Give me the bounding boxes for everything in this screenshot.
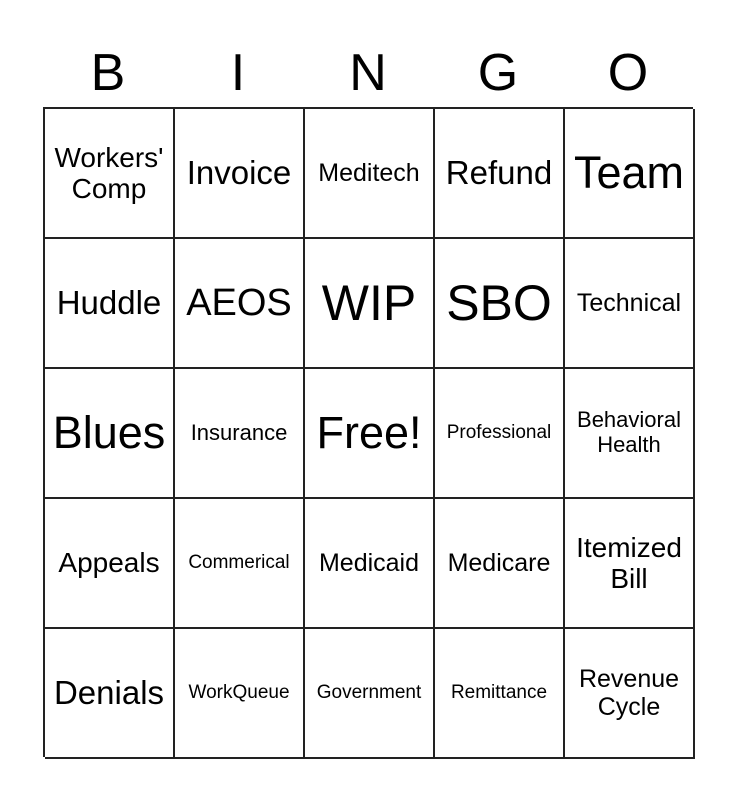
bingo-cell[interactable]: Government bbox=[305, 629, 435, 759]
free-space-cell[interactable]: Free! bbox=[305, 369, 435, 499]
bingo-cell[interactable]: Huddle bbox=[45, 239, 175, 369]
header-letter-i: I bbox=[230, 44, 246, 102]
bingo-cell[interactable]: Blues bbox=[45, 369, 175, 499]
bingo-cell[interactable]: SBO bbox=[435, 239, 565, 369]
bingo-cell[interactable]: Technical bbox=[565, 239, 695, 369]
bingo-cell[interactable]: Revenue Cycle bbox=[565, 629, 695, 759]
bingo-cell[interactable]: Professional bbox=[435, 369, 565, 499]
bingo-cell[interactable]: Medicare bbox=[435, 499, 565, 629]
bingo-cell[interactable]: Team bbox=[565, 109, 695, 239]
header-letter-n: N bbox=[349, 44, 387, 102]
bingo-cell[interactable]: Commerical bbox=[175, 499, 305, 629]
header-letter-o: O bbox=[607, 44, 649, 102]
bingo-cell[interactable]: WIP bbox=[305, 239, 435, 369]
bingo-cell[interactable]: Appeals bbox=[45, 499, 175, 629]
bingo-cell[interactable]: Refund bbox=[435, 109, 565, 239]
bingo-cell[interactable]: WorkQueue bbox=[175, 629, 305, 759]
bingo-header: B I N G O bbox=[43, 40, 693, 106]
header-letter-b: B bbox=[90, 44, 126, 102]
bingo-cell[interactable]: Remittance bbox=[435, 629, 565, 759]
bingo-cell[interactable]: Workers' Comp bbox=[45, 109, 175, 239]
header-letter-g: G bbox=[477, 44, 519, 102]
bingo-cell[interactable]: Insurance bbox=[175, 369, 305, 499]
bingo-cell[interactable]: Meditech bbox=[305, 109, 435, 239]
bingo-board: Workers' Comp Invoice Meditech Refund Te… bbox=[43, 107, 695, 759]
bingo-cell[interactable]: AEOS bbox=[175, 239, 305, 369]
bingo-cell[interactable]: Behavioral Health bbox=[565, 369, 695, 499]
bingo-cell[interactable]: Itemized Bill bbox=[565, 499, 695, 629]
bingo-cell[interactable]: Medicaid bbox=[305, 499, 435, 629]
bingo-cell[interactable]: Invoice bbox=[175, 109, 305, 239]
bingo-cell[interactable]: Denials bbox=[45, 629, 175, 759]
